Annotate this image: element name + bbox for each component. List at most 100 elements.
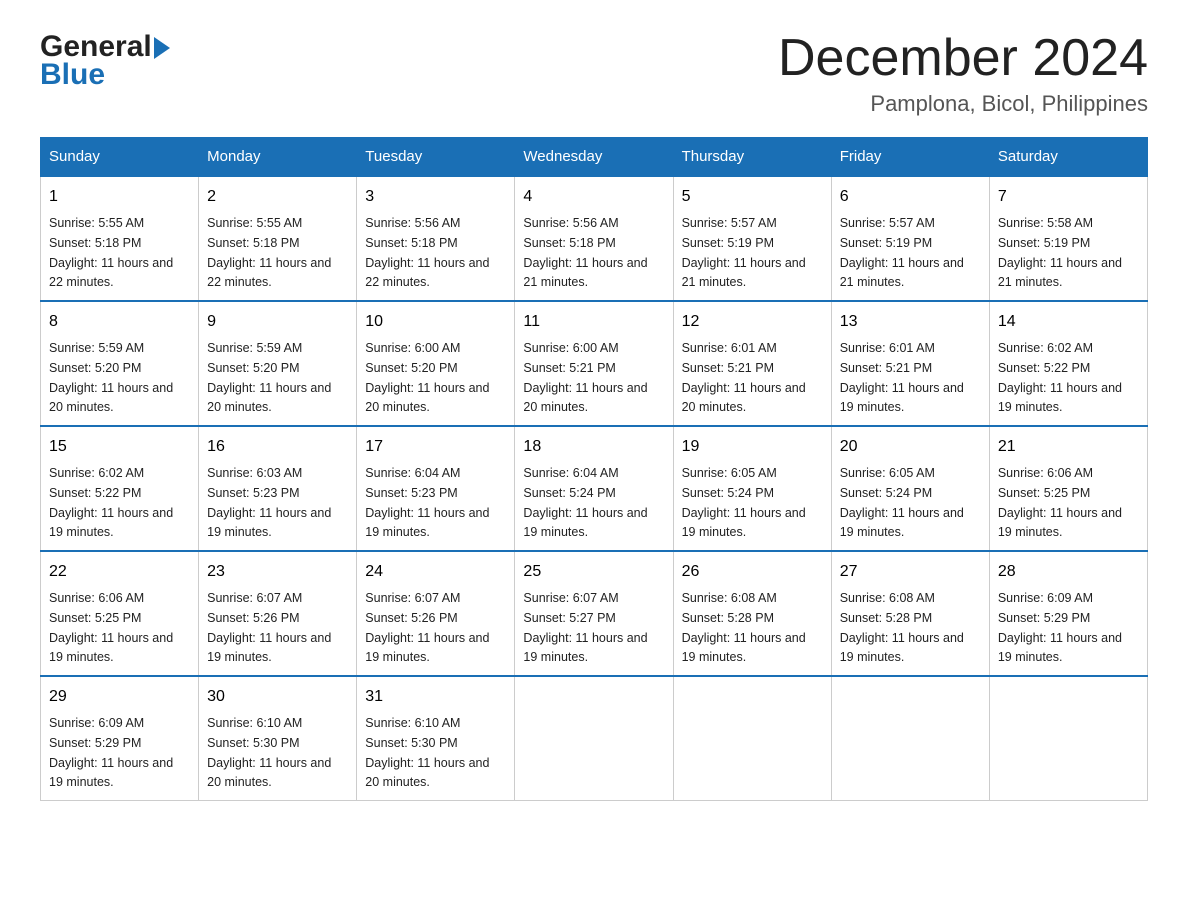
day-info: Sunrise: 5:56 AMSunset: 5:18 PMDaylight:… [523, 216, 647, 289]
day-number: 17 [365, 435, 506, 459]
day-number: 14 [998, 310, 1139, 334]
day-number: 26 [682, 560, 823, 584]
day-number: 16 [207, 435, 348, 459]
day-info: Sunrise: 6:07 AMSunset: 5:27 PMDaylight:… [523, 591, 647, 664]
calendar-cell: 6 Sunrise: 5:57 AMSunset: 5:19 PMDayligh… [831, 176, 989, 301]
day-number: 7 [998, 185, 1139, 209]
calendar-cell: 10 Sunrise: 6:00 AMSunset: 5:20 PMDaylig… [357, 301, 515, 426]
calendar-cell: 26 Sunrise: 6:08 AMSunset: 5:28 PMDaylig… [673, 551, 831, 676]
header-thursday: Thursday [673, 138, 831, 177]
calendar-table: SundayMondayTuesdayWednesdayThursdayFrid… [40, 137, 1148, 801]
day-info: Sunrise: 6:10 AMSunset: 5:30 PMDaylight:… [365, 716, 489, 789]
day-info: Sunrise: 6:01 AMSunset: 5:21 PMDaylight:… [682, 341, 806, 414]
calendar-cell: 11 Sunrise: 6:00 AMSunset: 5:21 PMDaylig… [515, 301, 673, 426]
day-info: Sunrise: 5:56 AMSunset: 5:18 PMDaylight:… [365, 216, 489, 289]
logo-blue-text: Blue [40, 58, 105, 92]
day-info: Sunrise: 6:02 AMSunset: 5:22 PMDaylight:… [49, 466, 173, 539]
logo: General Blue [40, 30, 170, 92]
calendar-cell: 20 Sunrise: 6:05 AMSunset: 5:24 PMDaylig… [831, 426, 989, 551]
calendar-cell: 9 Sunrise: 5:59 AMSunset: 5:20 PMDayligh… [199, 301, 357, 426]
day-info: Sunrise: 6:00 AMSunset: 5:20 PMDaylight:… [365, 341, 489, 414]
day-info: Sunrise: 6:09 AMSunset: 5:29 PMDaylight:… [49, 716, 173, 789]
calendar-cell: 7 Sunrise: 5:58 AMSunset: 5:19 PMDayligh… [989, 176, 1147, 301]
calendar-cell: 18 Sunrise: 6:04 AMSunset: 5:24 PMDaylig… [515, 426, 673, 551]
day-info: Sunrise: 6:08 AMSunset: 5:28 PMDaylight:… [682, 591, 806, 664]
day-number: 12 [682, 310, 823, 334]
day-info: Sunrise: 6:04 AMSunset: 5:23 PMDaylight:… [365, 466, 489, 539]
calendar-cell: 4 Sunrise: 5:56 AMSunset: 5:18 PMDayligh… [515, 176, 673, 301]
day-info: Sunrise: 5:55 AMSunset: 5:18 PMDaylight:… [207, 216, 331, 289]
calendar-subtitle: Pamplona, Bicol, Philippines [778, 91, 1148, 117]
day-number: 27 [840, 560, 981, 584]
day-info: Sunrise: 6:01 AMSunset: 5:21 PMDaylight:… [840, 341, 964, 414]
day-info: Sunrise: 6:03 AMSunset: 5:23 PMDaylight:… [207, 466, 331, 539]
calendar-cell: 21 Sunrise: 6:06 AMSunset: 5:25 PMDaylig… [989, 426, 1147, 551]
day-number: 24 [365, 560, 506, 584]
week-row-2: 8 Sunrise: 5:59 AMSunset: 5:20 PMDayligh… [41, 301, 1148, 426]
day-info: Sunrise: 6:08 AMSunset: 5:28 PMDaylight:… [840, 591, 964, 664]
header-tuesday: Tuesday [357, 138, 515, 177]
day-info: Sunrise: 6:07 AMSunset: 5:26 PMDaylight:… [365, 591, 489, 664]
day-number: 22 [49, 560, 190, 584]
calendar-cell: 22 Sunrise: 6:06 AMSunset: 5:25 PMDaylig… [41, 551, 199, 676]
day-number: 21 [998, 435, 1139, 459]
day-number: 29 [49, 685, 190, 709]
day-number: 8 [49, 310, 190, 334]
day-number: 18 [523, 435, 664, 459]
week-row-5: 29 Sunrise: 6:09 AMSunset: 5:29 PMDaylig… [41, 676, 1148, 801]
calendar-cell: 1 Sunrise: 5:55 AMSunset: 5:18 PMDayligh… [41, 176, 199, 301]
calendar-cell: 16 Sunrise: 6:03 AMSunset: 5:23 PMDaylig… [199, 426, 357, 551]
day-number: 28 [998, 560, 1139, 584]
day-number: 6 [840, 185, 981, 209]
calendar-cell: 30 Sunrise: 6:10 AMSunset: 5:30 PMDaylig… [199, 676, 357, 801]
day-number: 4 [523, 185, 664, 209]
day-number: 5 [682, 185, 823, 209]
day-number: 30 [207, 685, 348, 709]
day-info: Sunrise: 5:57 AMSunset: 5:19 PMDaylight:… [682, 216, 806, 289]
calendar-cell: 8 Sunrise: 5:59 AMSunset: 5:20 PMDayligh… [41, 301, 199, 426]
week-row-3: 15 Sunrise: 6:02 AMSunset: 5:22 PMDaylig… [41, 426, 1148, 551]
day-info: Sunrise: 5:59 AMSunset: 5:20 PMDaylight:… [207, 341, 331, 414]
calendar-cell: 3 Sunrise: 5:56 AMSunset: 5:18 PMDayligh… [357, 176, 515, 301]
header-friday: Friday [831, 138, 989, 177]
calendar-cell: 23 Sunrise: 6:07 AMSunset: 5:26 PMDaylig… [199, 551, 357, 676]
calendar-cell: 14 Sunrise: 6:02 AMSunset: 5:22 PMDaylig… [989, 301, 1147, 426]
calendar-cell: 28 Sunrise: 6:09 AMSunset: 5:29 PMDaylig… [989, 551, 1147, 676]
day-number: 19 [682, 435, 823, 459]
calendar-cell: 25 Sunrise: 6:07 AMSunset: 5:27 PMDaylig… [515, 551, 673, 676]
day-number: 23 [207, 560, 348, 584]
day-number: 3 [365, 185, 506, 209]
calendar-cell: 12 Sunrise: 6:01 AMSunset: 5:21 PMDaylig… [673, 301, 831, 426]
day-info: Sunrise: 6:05 AMSunset: 5:24 PMDaylight:… [840, 466, 964, 539]
calendar-cell: 15 Sunrise: 6:02 AMSunset: 5:22 PMDaylig… [41, 426, 199, 551]
day-number: 15 [49, 435, 190, 459]
title-block: December 2024 Pamplona, Bicol, Philippin… [778, 30, 1148, 117]
calendar-cell: 17 Sunrise: 6:04 AMSunset: 5:23 PMDaylig… [357, 426, 515, 551]
day-info: Sunrise: 6:06 AMSunset: 5:25 PMDaylight:… [998, 466, 1122, 539]
day-number: 9 [207, 310, 348, 334]
calendar-cell [831, 676, 989, 801]
calendar-cell: 29 Sunrise: 6:09 AMSunset: 5:29 PMDaylig… [41, 676, 199, 801]
page-header: General Blue December 2024 Pamplona, Bic… [40, 30, 1148, 117]
day-info: Sunrise: 6:06 AMSunset: 5:25 PMDaylight:… [49, 591, 173, 664]
day-number: 20 [840, 435, 981, 459]
header-monday: Monday [199, 138, 357, 177]
calendar-cell: 19 Sunrise: 6:05 AMSunset: 5:24 PMDaylig… [673, 426, 831, 551]
calendar-cell: 31 Sunrise: 6:10 AMSunset: 5:30 PMDaylig… [357, 676, 515, 801]
header-row: SundayMondayTuesdayWednesdayThursdayFrid… [41, 138, 1148, 177]
calendar-cell: 5 Sunrise: 5:57 AMSunset: 5:19 PMDayligh… [673, 176, 831, 301]
calendar-cell: 24 Sunrise: 6:07 AMSunset: 5:26 PMDaylig… [357, 551, 515, 676]
day-number: 11 [523, 310, 664, 334]
day-number: 13 [840, 310, 981, 334]
header-wednesday: Wednesday [515, 138, 673, 177]
day-number: 1 [49, 185, 190, 209]
header-sunday: Sunday [41, 138, 199, 177]
week-row-1: 1 Sunrise: 5:55 AMSunset: 5:18 PMDayligh… [41, 176, 1148, 301]
calendar-cell: 27 Sunrise: 6:08 AMSunset: 5:28 PMDaylig… [831, 551, 989, 676]
calendar-title: December 2024 [778, 30, 1148, 87]
day-number: 2 [207, 185, 348, 209]
day-info: Sunrise: 5:55 AMSunset: 5:18 PMDaylight:… [49, 216, 173, 289]
week-row-4: 22 Sunrise: 6:06 AMSunset: 5:25 PMDaylig… [41, 551, 1148, 676]
day-info: Sunrise: 5:59 AMSunset: 5:20 PMDaylight:… [49, 341, 173, 414]
day-number: 31 [365, 685, 506, 709]
